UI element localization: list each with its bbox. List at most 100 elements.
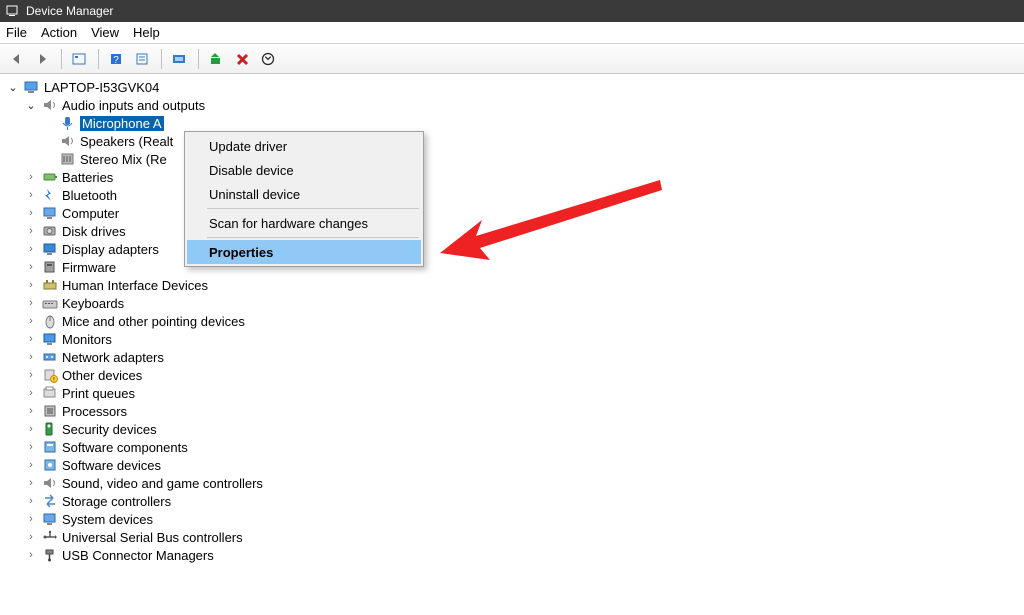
- tree-category[interactable]: › Print queues: [2, 384, 1024, 402]
- category-icon: [42, 547, 58, 563]
- chevron-right-icon[interactable]: ›: [24, 440, 38, 454]
- chevron-right-icon[interactable]: ›: [24, 170, 38, 184]
- help-button[interactable]: ?: [106, 48, 128, 70]
- back-button[interactable]: [6, 48, 28, 70]
- tree-item-stereomix[interactable]: Stereo Mix (Re: [2, 150, 1024, 168]
- uninstall-button[interactable]: [232, 48, 254, 70]
- tree-category[interactable]: › Software devices: [2, 456, 1024, 474]
- properties-button[interactable]: [132, 48, 154, 70]
- category-icon: [42, 205, 58, 221]
- tree-item-speakers[interactable]: Speakers (Realt: [2, 132, 1024, 150]
- category-icon: [42, 475, 58, 491]
- chevron-down-icon[interactable]: ⌄: [6, 80, 20, 94]
- tree-category[interactable]: ›Network adapters: [2, 348, 1024, 366]
- chevron-right-icon[interactable]: ›: [24, 242, 38, 256]
- tree-category[interactable]: ›Computer: [2, 204, 1024, 222]
- category-label: Batteries: [62, 170, 113, 185]
- window-title: Device Manager: [26, 4, 113, 18]
- disable-button[interactable]: [258, 48, 280, 70]
- chevron-right-icon[interactable]: ›: [24, 530, 38, 544]
- menu-help[interactable]: Help: [133, 25, 160, 40]
- tree-category[interactable]: › Disk drives: [2, 222, 1024, 240]
- tree-category[interactable]: ›Display adapters: [2, 240, 1024, 258]
- tree-category[interactable]: › Keyboards: [2, 294, 1024, 312]
- chevron-right-icon[interactable]: ›: [24, 278, 38, 292]
- category-label: Audio inputs and outputs: [62, 98, 205, 113]
- category-label: Universal Serial Bus controllers: [62, 530, 243, 545]
- chevron-right-icon[interactable]: ›: [24, 476, 38, 490]
- tree-category[interactable]: › Software components: [2, 438, 1024, 456]
- chevron-right-icon[interactable]: ›: [24, 224, 38, 238]
- tree-category[interactable]: ›!Other devices: [2, 366, 1024, 384]
- tree-category[interactable]: › Processors: [2, 402, 1024, 420]
- context-menu: Update driver Disable device Uninstall d…: [184, 131, 424, 267]
- category-icon: [42, 385, 58, 401]
- tree-category[interactable]: › Batteries: [2, 168, 1024, 186]
- category-label: Print queues: [62, 386, 135, 401]
- menu-file[interactable]: File: [6, 25, 27, 40]
- ctx-scan-hardware[interactable]: Scan for hardware changes: [187, 211, 421, 235]
- chevron-right-icon[interactable]: ›: [24, 404, 38, 418]
- chevron-right-icon[interactable]: ›: [24, 260, 38, 274]
- chevron-right-icon[interactable]: ›: [24, 458, 38, 472]
- ctx-separator: [207, 237, 419, 238]
- chevron-right-icon[interactable]: ›: [24, 494, 38, 508]
- category-icon: !: [42, 367, 58, 383]
- speaker-icon: [60, 133, 76, 149]
- scan-button[interactable]: [169, 48, 191, 70]
- tree-item-microphone[interactable]: Microphone A: [2, 114, 1024, 132]
- chevron-right-icon[interactable]: ›: [24, 188, 38, 202]
- tree-category[interactable]: › Bluetooth: [2, 186, 1024, 204]
- tree-category[interactable]: › System devices: [2, 510, 1024, 528]
- forward-button[interactable]: [32, 48, 54, 70]
- ctx-uninstall-device[interactable]: Uninstall device: [187, 182, 421, 206]
- device-tree[interactable]: ⌄ LAPTOP-I53GVK04 ⌄ Audio inputs and out…: [0, 74, 1024, 568]
- category-label: Keyboards: [62, 296, 124, 311]
- tree-category[interactable]: › Universal Serial Bus controllers: [2, 528, 1024, 546]
- tree-category[interactable]: ›Storage controllers: [2, 492, 1024, 510]
- chevron-right-icon[interactable]: ›: [24, 512, 38, 526]
- category-label: Software devices: [62, 458, 161, 473]
- titlebar: Device Manager: [0, 0, 1024, 22]
- category-label: System devices: [62, 512, 153, 527]
- chevron-right-icon[interactable]: ›: [24, 332, 38, 346]
- category-label: Bluetooth: [62, 188, 117, 203]
- category-icon: [42, 223, 58, 239]
- chevron-right-icon[interactable]: ›: [24, 386, 38, 400]
- category-label: Software components: [62, 440, 188, 455]
- chevron-right-icon[interactable]: ›: [24, 314, 38, 328]
- tree-category-audio[interactable]: ⌄ Audio inputs and outputs: [2, 96, 1024, 114]
- tree-category[interactable]: ›Sound, video and game controllers: [2, 474, 1024, 492]
- ctx-update-driver[interactable]: Update driver: [187, 134, 421, 158]
- category-label: Monitors: [62, 332, 112, 347]
- tree-category[interactable]: ›Security devices: [2, 420, 1024, 438]
- ctx-disable-device[interactable]: Disable device: [187, 158, 421, 182]
- chevron-right-icon[interactable]: ›: [24, 548, 38, 562]
- tree-category[interactable]: › Monitors: [2, 330, 1024, 348]
- ctx-properties[interactable]: Properties: [187, 240, 421, 264]
- category-label: Processors: [62, 404, 127, 419]
- chevron-right-icon[interactable]: ›: [24, 422, 38, 436]
- tree-category[interactable]: ›Mice and other pointing devices: [2, 312, 1024, 330]
- chevron-right-icon[interactable]: ›: [24, 368, 38, 382]
- chevron-right-icon[interactable]: ›: [24, 206, 38, 220]
- mixer-icon: [60, 151, 76, 167]
- category-icon: [42, 511, 58, 527]
- show-hidden-button[interactable]: [69, 48, 91, 70]
- chevron-down-icon[interactable]: ⌄: [24, 98, 38, 112]
- menu-action[interactable]: Action: [41, 25, 77, 40]
- category-icon: [42, 259, 58, 275]
- menu-view[interactable]: View: [91, 25, 119, 40]
- category-label: Human Interface Devices: [62, 278, 208, 293]
- svg-text:?: ?: [113, 55, 119, 66]
- update-driver-button[interactable]: [206, 48, 228, 70]
- tree-category[interactable]: ›Firmware: [2, 258, 1024, 276]
- tree-category[interactable]: ›USB Connector Managers: [2, 546, 1024, 564]
- tree-category[interactable]: › Human Interface Devices: [2, 276, 1024, 294]
- chevron-right-icon[interactable]: ›: [24, 350, 38, 364]
- category-label: Disk drives: [62, 224, 126, 239]
- chevron-right-icon[interactable]: ›: [24, 296, 38, 310]
- category-icon: [42, 169, 58, 185]
- category-icon: [42, 421, 58, 437]
- tree-root[interactable]: ⌄ LAPTOP-I53GVK04: [2, 78, 1024, 96]
